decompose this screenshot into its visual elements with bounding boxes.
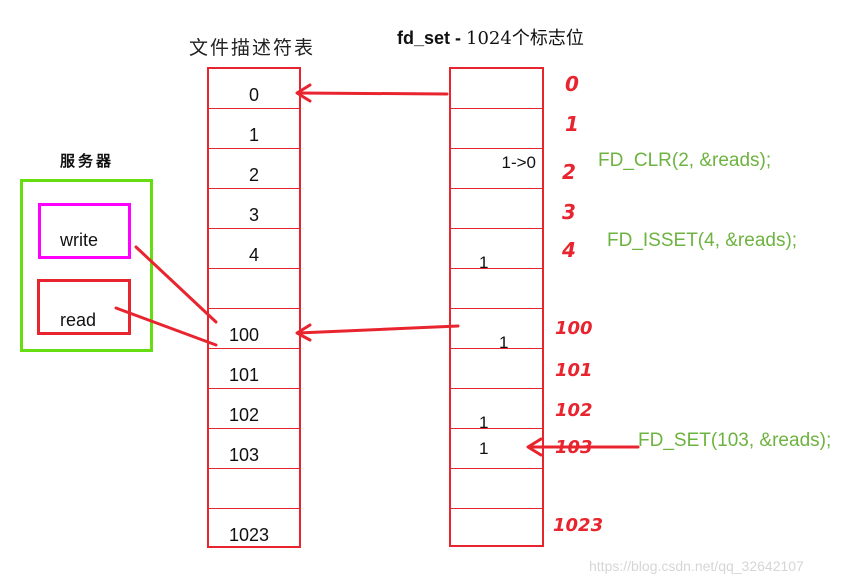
read-to-fd-100-line bbox=[114, 306, 218, 347]
arrows-layer bbox=[114, 83, 640, 457]
arrow-fdset-0-to-fd-0 bbox=[296, 91, 449, 96]
arrow-fdset-100-to-fd-100 bbox=[296, 324, 460, 335]
watermark: https://blog.csdn.net/qq_32642107 bbox=[589, 558, 804, 574]
write-to-fd-100-line bbox=[134, 245, 218, 324]
